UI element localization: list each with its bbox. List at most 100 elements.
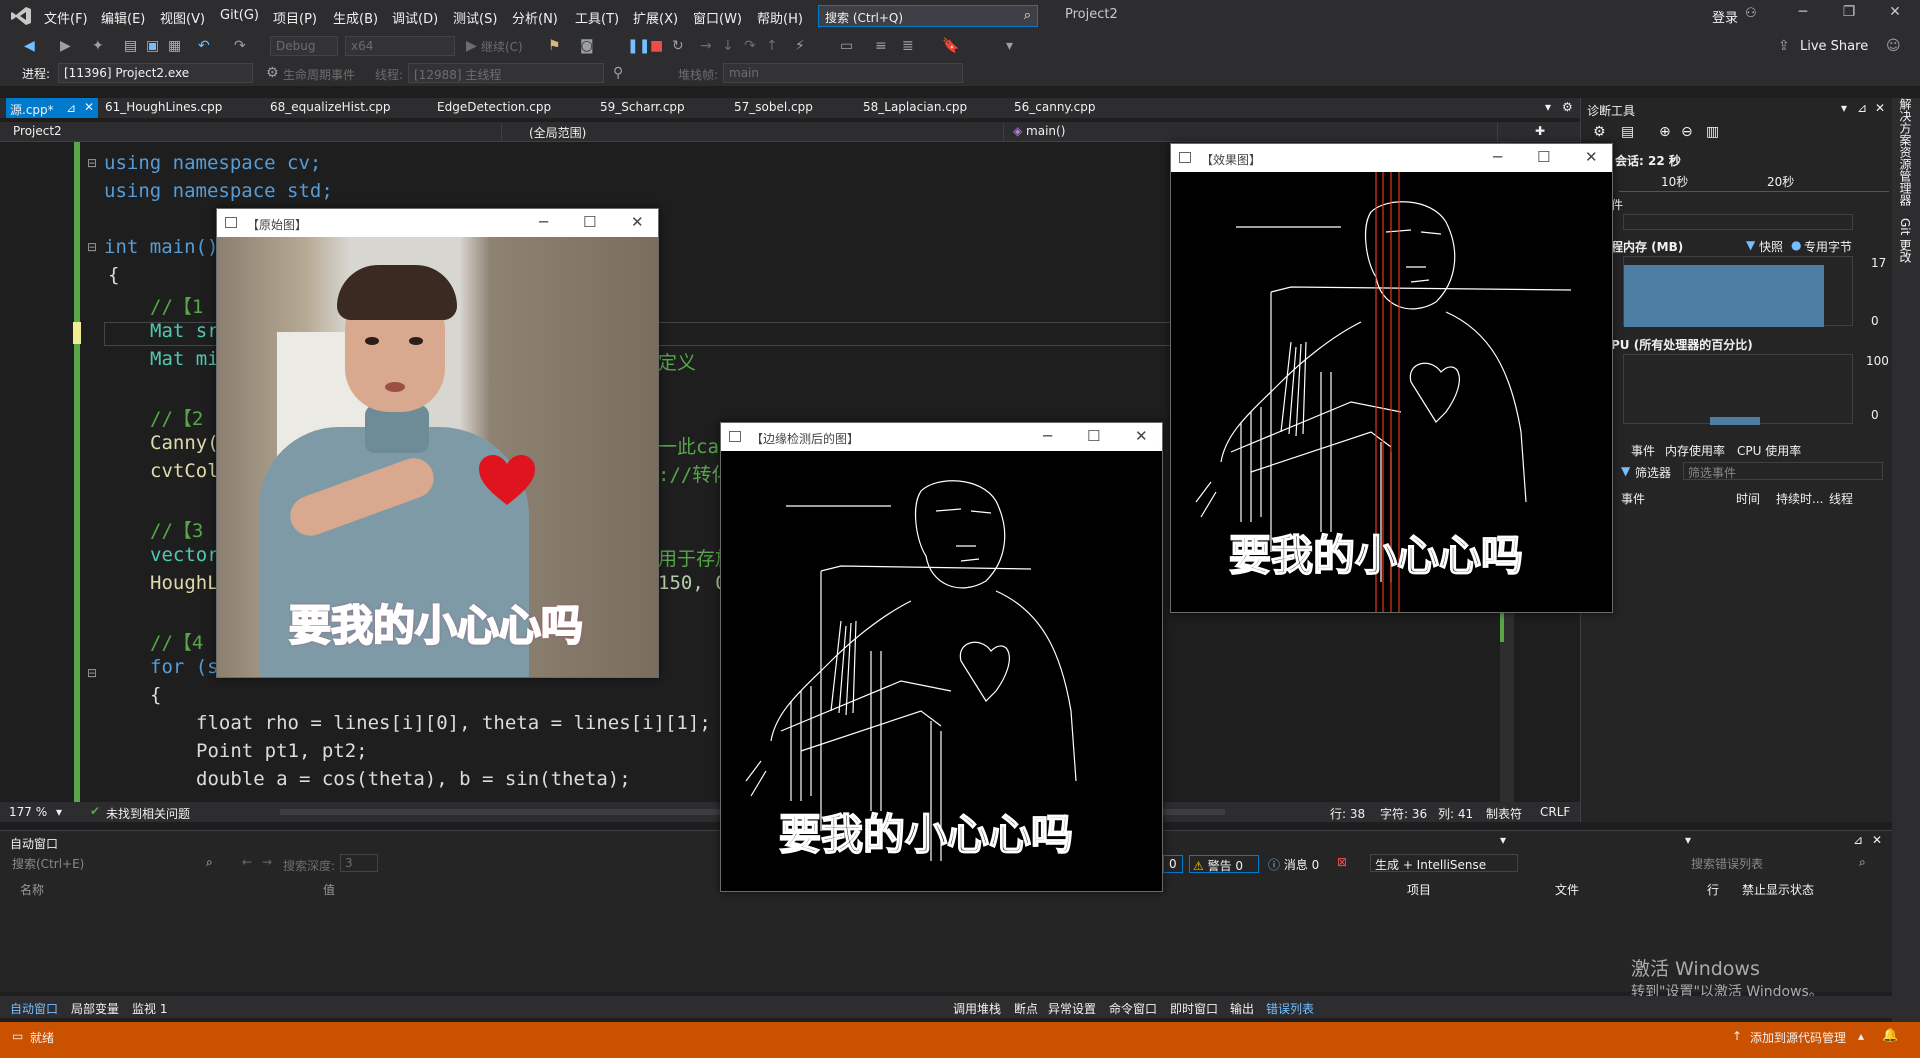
menu-view[interactable]: 视图(V) [160,8,205,27]
close-icon[interactable]: ✕ [1135,427,1148,445]
tab-immediate-window[interactable]: 即时窗口 [1170,1000,1218,1017]
col-time[interactable]: 时间 [1736,490,1760,507]
filter-events-input[interactable]: 筛选事件 [1683,462,1883,480]
filter-dropdown[interactable]: 筛选器 [1635,464,1671,481]
panel-dropdown-icon[interactable]: ▾ [1685,833,1691,847]
tab-scharr[interactable]: 59_Scharr.cpp [600,100,685,114]
git-changes-tab[interactable]: Git 更改 [1898,218,1914,263]
pin-icon[interactable]: ⊿ [1857,101,1867,115]
scope-dropdown[interactable]: (全局范围) [524,123,1004,141]
errors-filter[interactable]: 0 [1163,855,1183,873]
col-name[interactable]: 名称 [20,881,44,898]
tab-autos[interactable]: 自动窗口 [10,1000,58,1017]
build-filter-dropdown[interactable]: 生成 + IntelliSense [1370,854,1518,872]
toggle-icon[interactable]: ▭ [840,38,853,54]
open-folder-icon[interactable]: ▤ [124,38,137,54]
minimize-icon[interactable]: ─ [1043,427,1052,445]
menu-help[interactable]: 帮助(H) [757,8,803,27]
tab-canny[interactable]: 56_canny.cpp [1014,100,1095,114]
search-forward-icon[interactable]: → [262,855,272,869]
lifecycle-events[interactable]: 生命周期事件 [283,66,355,83]
diag-tab-cpu[interactable]: CPU 使用率 [1737,442,1801,459]
menu-build[interactable]: 生成(B) [333,8,378,27]
filter-icon[interactable]: ▼ [1621,464,1630,478]
error-search-input[interactable]: 搜索错误列表 ⌕ [1687,854,1875,872]
add-to-source-control[interactable]: 添加到源代码管理 [1750,1029,1846,1046]
collapse-icon[interactable]: ⊟ [87,156,97,170]
solution-explorer-tab[interactable]: 解决方案资源管理器 [1898,98,1914,206]
tab-edgedetection[interactable]: EdgeDetection.cpp [437,100,551,114]
zoom-level[interactable]: 177 % [9,805,47,819]
indent-mode[interactable]: 制表符 [1486,805,1522,822]
close-icon[interactable]: ✕ [1875,101,1885,115]
bookmark-icon[interactable]: 🔖 [942,38,959,54]
redo-icon[interactable]: ↷ [234,38,246,54]
pin-icon[interactable]: ⊿ [66,101,76,115]
restart-icon[interactable]: ↻ [672,38,684,54]
user-icon[interactable]: ⚇ [1745,6,1757,21]
filter-thread-icon[interactable]: ⚲ [613,65,623,81]
step-over-icon[interactable]: ↷ [744,38,756,54]
tab-equalizehist[interactable]: 68_equalizeHist.cpp [270,100,391,114]
tab-command-window[interactable]: 命令窗口 [1109,1000,1157,1017]
original-image-window[interactable]: 【原始图】 ─ ☐ ✕ 要我的小心心吗 [216,208,659,678]
close-icon[interactable]: ✕ [631,213,644,231]
platform-dropdown[interactable]: x64 [345,36,455,56]
project-dropdown[interactable]: Project2 [8,123,502,141]
camera-icon[interactable]: ◙ [580,38,594,54]
col-project[interactable]: 项目 [1407,881,1431,898]
tab-list-dropdown-icon[interactable]: ▾ [1545,100,1551,114]
collapse-icon[interactable]: ⊟ [87,666,97,680]
forward-icon[interactable]: ▶ [60,38,71,54]
stackframe-dropdown[interactable]: main [723,63,963,83]
minimize-icon[interactable]: ─ [539,213,548,231]
menu-edit[interactable]: 编辑(E) [101,8,145,27]
messages-filter[interactable]: ⓘ 消息 0 [1265,855,1329,873]
diag-tab-memory[interactable]: 内存使用率 [1665,442,1725,459]
login-button[interactable]: 登录 [1712,7,1738,26]
thread-dropdown[interactable]: [12988] 主线程 [408,63,604,83]
maximize-icon[interactable]: ❐ [1826,4,1872,28]
settings-icon[interactable]: ⚙ [1593,124,1606,140]
hot-reload-icon[interactable]: ⚡ [795,38,805,54]
diag-tab-events[interactable]: 事件 [1631,442,1655,459]
minimize-icon[interactable]: ─ [1493,148,1502,166]
search-input[interactable]: 搜索 (Ctrl+Q) ⌕ [818,5,1038,27]
col-thread[interactable]: 线程 [1829,490,1853,507]
tab-breakpoints[interactable]: 断点 [1014,1000,1038,1017]
maximize-icon[interactable]: ☐ [1087,427,1100,445]
issues-status[interactable]: 未找到相关问题 [106,805,190,822]
step-into-icon[interactable]: ↓ [722,38,734,54]
col-value[interactable]: 值 [323,881,335,898]
notifications-icon[interactable]: 🔔 [1882,1028,1898,1043]
tab-output[interactable]: 输出 [1230,1000,1254,1017]
comment-icon[interactable]: ≡ [875,38,887,54]
memory-chart[interactable] [1623,256,1853,327]
toolbar-overflow-icon[interactable]: ▾ [1006,38,1013,54]
member-dropdown[interactable]: ◈ main() [1008,123,1498,141]
maximize-icon[interactable]: ☐ [1537,148,1550,166]
col-line[interactable]: 行 [1707,881,1719,898]
split-icon[interactable]: ✚ [1530,123,1550,141]
effect-window[interactable]: 【效果图】 ─ ☐ ✕ 要我的小心心吗 [1170,143,1613,613]
select-tools-icon[interactable]: ▤ [1621,124,1634,140]
live-share-button[interactable]: Live Share [1800,39,1868,54]
panel-dropdown-icon[interactable]: ▾ [1500,833,1506,847]
col-suppression[interactable]: 禁止显示状态 [1742,881,1814,898]
save-icon[interactable]: ▣ [146,38,159,54]
uncomment-icon[interactable]: ≣ [902,38,914,54]
continue-button[interactable]: 继续(C) [481,38,523,55]
tab-locals[interactable]: 局部变量 [71,1000,119,1017]
menu-git[interactable]: Git(G) [220,8,259,23]
close-icon[interactable]: ✕ [1872,833,1882,847]
feedback-icon[interactable]: ☺ [1886,38,1901,54]
process-icon[interactable]: ⚑ [548,38,561,54]
new-item-icon[interactable]: ✦ [92,38,104,54]
process-dropdown[interactable]: [11396] Project2.exe [58,63,253,83]
cpu-chart[interactable] [1623,354,1853,425]
tab-active-source[interactable]: 源.cpp* ⊿ ✕ [6,98,98,118]
save-all-icon[interactable]: ▦ [168,38,181,54]
pause-icon[interactable]: ❚❚ [627,38,650,54]
undo-icon[interactable]: ↶ [198,38,210,54]
stop-icon[interactable]: ■ [650,38,663,54]
